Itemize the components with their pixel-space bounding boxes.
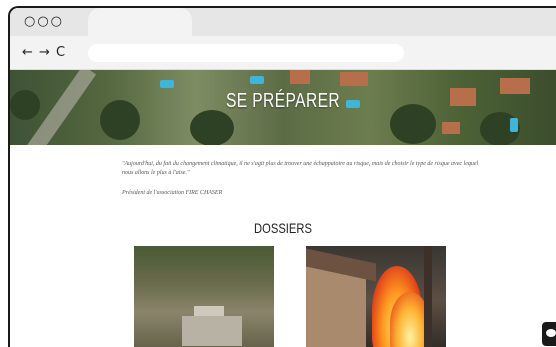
- dossier-card-village-ruins[interactable]: [134, 246, 274, 347]
- page-content: SE PRÉPARER "Aujourd'hui, du fait du cha…: [10, 70, 556, 347]
- window-controls[interactable]: ○○○: [24, 15, 64, 29]
- quote-author: Président de l'association FIRE CHASER: [122, 190, 223, 196]
- browser-titlebar: ○○○: [10, 8, 556, 38]
- address-bar[interactable]: [88, 44, 404, 62]
- nav-buttons[interactable]: ← → C: [22, 45, 66, 60]
- dossier-card-house-fire[interactable]: [306, 246, 446, 347]
- hero-banner: SE PRÉPARER: [10, 70, 556, 145]
- dossiers-title: DOSSIERS: [254, 220, 312, 236]
- browser-tab[interactable]: [88, 8, 192, 38]
- browser-window: ○○○ ← → C SE PRÉPARER "Aujourd'hui, du f…: [8, 6, 556, 347]
- quote-text: "Aujourd'hui, du fait du changement clim…: [122, 161, 479, 176]
- chat-icon[interactable]: [542, 322, 556, 346]
- hero-title: SE PRÉPARER: [225, 90, 341, 112]
- browser-toolbar: ← → C: [10, 36, 556, 70]
